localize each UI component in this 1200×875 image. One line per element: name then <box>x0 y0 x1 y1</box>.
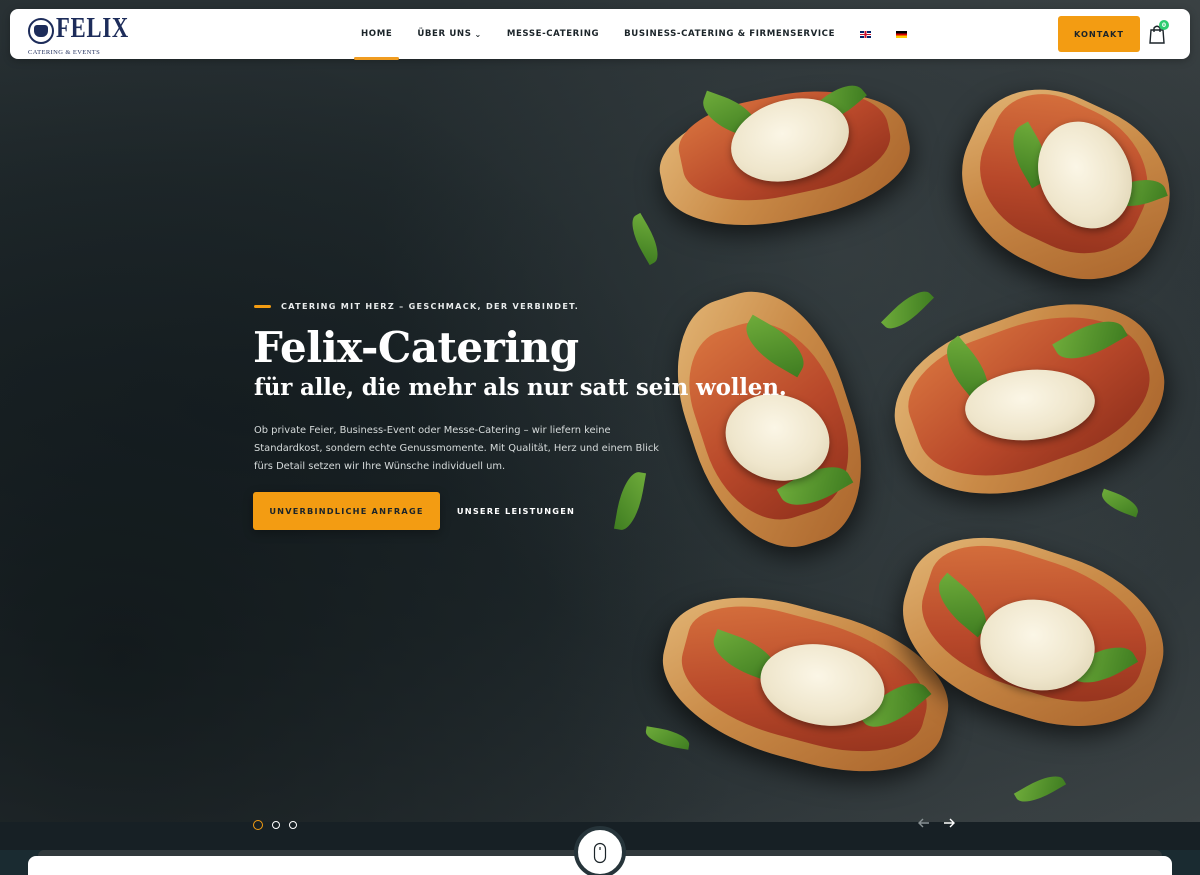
kontakt-button[interactable]: KONTAKT <box>1058 16 1140 52</box>
hero-subtitle: für alle, die mehr als nur satt sein wol… <box>254 374 787 401</box>
arrow-left-icon[interactable] <box>916 815 932 831</box>
eyebrow-text: CATERING MIT HERZ – GESCHMACK, DER VERBI… <box>281 301 580 311</box>
english-flag-icon[interactable] <box>860 30 872 38</box>
brand-logo[interactable]: FELIX CATERING & EVENTS <box>28 12 128 56</box>
nav-item-label: BUSINESS-CATERING & FIRMENSERVICE <box>624 29 836 39</box>
chevron-down-icon: ⌄ <box>474 29 482 39</box>
hero-eyebrow: CATERING MIT HERZ – GESCHMACK, DER VERBI… <box>254 301 579 311</box>
logo-subtitle: CATERING & EVENTS <box>28 49 101 56</box>
services-link[interactable]: UNSERE LEISTUNGEN <box>456 492 576 530</box>
slider-dot-2[interactable] <box>272 821 280 829</box>
primary-navigation: HOME ÜBER UNS ⌄ MESSE-CATERING BUSINESS-… <box>353 9 908 60</box>
scroll-down-button[interactable] <box>574 826 626 875</box>
hero-section <box>0 0 1200 822</box>
logo-word: FELIX <box>56 12 130 44</box>
hero-intro: Ob private Feier, Business-Event oder Me… <box>254 425 659 472</box>
slider-dot-3[interactable] <box>289 821 297 829</box>
slider-dot-1[interactable] <box>253 820 263 830</box>
nav-item-messe-catering[interactable]: MESSE-CATERING <box>507 9 599 59</box>
inquiry-button[interactable]: UNVERBINDLICHE ANFRAGE <box>253 492 440 530</box>
nav-item-home[interactable]: HOME <box>353 9 400 60</box>
nav-item-ueber-uns[interactable]: ÜBER UNS ⌄ <box>417 9 481 59</box>
arrow-right-icon[interactable] <box>941 815 957 831</box>
german-flag-icon[interactable] <box>896 30 908 38</box>
nav-item-label: ÜBER UNS <box>417 29 472 39</box>
main-navbar: FELIX CATERING & EVENTS HOME ÜBER UNS ⌄ … <box>10 9 1190 60</box>
eyebrow-accent-line <box>254 304 271 308</box>
cart-count-badge: 0 <box>1159 20 1169 30</box>
nav-item-business-catering[interactable]: BUSINESS-CATERING & FIRMENSERVICE <box>624 9 835 59</box>
slider-pagination <box>253 820 297 830</box>
hero-title: Felix-Catering <box>253 323 579 372</box>
nav-item-label: HOME <box>361 29 393 39</box>
nav-item-label: MESSE-CATERING <box>506 29 600 39</box>
mouse-icon <box>593 842 607 864</box>
logo-emblem-icon <box>28 18 54 44</box>
